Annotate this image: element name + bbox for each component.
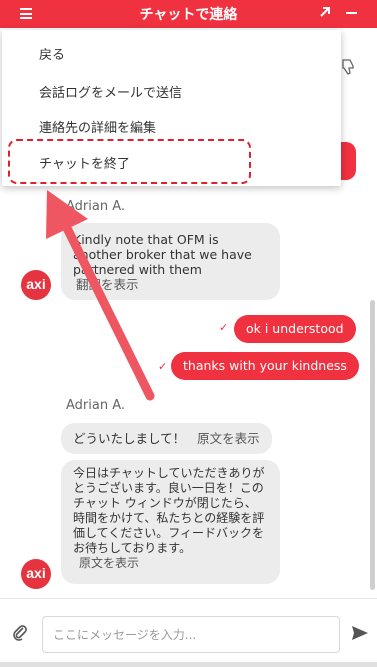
agent-avatar: axi: [21, 270, 51, 300]
incoming-message: 今日はチャットしていただきありがとうございます。良い一日を！このチャット ウィン…: [61, 460, 280, 584]
incoming-message: どういたしまして！ 原文を表示: [61, 423, 272, 454]
send-icon[interactable]: [351, 624, 369, 642]
chat-header: チャットで連絡: [0, 0, 377, 28]
bottom-divider: [0, 662, 377, 667]
message-text: 今日はチャットしていただきありがとうございます。良い一日を！このチャット ウィン…: [73, 466, 265, 555]
sent-check-icon: ✓: [219, 321, 229, 334]
translate-link[interactable]: 原文を表示: [197, 431, 260, 446]
translate-link[interactable]: 翻訳を表示: [76, 277, 268, 292]
sender-name: Adrian A.: [66, 199, 126, 214]
sent-check-icon: ✓: [158, 360, 168, 373]
menu-item-back[interactable]: 戻る: [39, 44, 65, 63]
paperclip-icon[interactable]: [12, 623, 28, 641]
message-text: Kindly note that OFM is another broker t…: [73, 232, 252, 277]
annotation-highlight-box: [8, 139, 251, 184]
message-input[interactable]: [42, 616, 340, 653]
agent-avatar: axi: [21, 559, 51, 589]
input-bar: [0, 598, 377, 667]
scrollbar[interactable]: [370, 300, 375, 590]
thumbs-down-icon[interactable]: [341, 58, 355, 76]
menu-item-edit-contact[interactable]: 連絡先の詳細を編集: [39, 117, 156, 136]
translate-link[interactable]: 原文を表示: [79, 556, 268, 571]
message-text: どういたしまして！: [73, 431, 186, 446]
menu-item-email-log[interactable]: 会話ログをメールで送信: [39, 82, 182, 101]
incoming-message: Kindly note that OFM is another broker t…: [61, 223, 280, 300]
arrow-up-right-icon[interactable]: [318, 5, 332, 19]
sender-name: Adrian A.: [66, 398, 126, 413]
minus-icon[interactable]: [346, 12, 357, 14]
outgoing-message: ok i understood: [234, 315, 356, 343]
outgoing-message: thanks with your kindness: [171, 352, 359, 380]
